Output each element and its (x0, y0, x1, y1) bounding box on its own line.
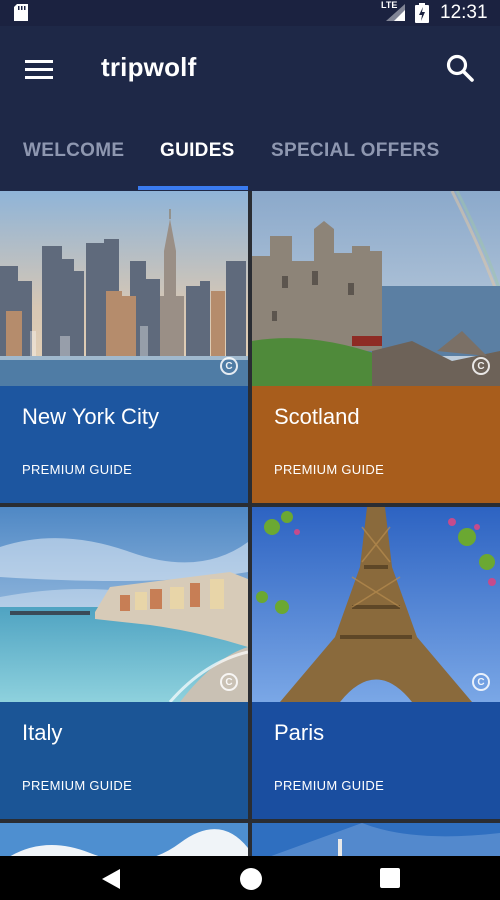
guide-photo-partial (252, 823, 500, 856)
navigation-bar (0, 856, 500, 900)
new-york-city-photo (0, 191, 248, 386)
menu-icon[interactable] (25, 57, 53, 81)
signal-icon (386, 4, 405, 21)
guide-photo-partial (0, 823, 248, 856)
guide-card-scotland[interactable]: C Scotland PREMIUM GUIDE (252, 191, 500, 503)
copyright-icon: C (472, 673, 490, 691)
guide-card-info: Scotland PREMIUM GUIDE (252, 386, 500, 503)
guide-card-italy[interactable]: C Italy PREMIUM GUIDE (0, 507, 248, 819)
sd-card-icon (14, 4, 28, 21)
guide-name: Paris (274, 720, 325, 745)
app-title: tripwolf (101, 52, 197, 82)
scotland-photo (252, 191, 500, 386)
guide-type-label: PREMIUM GUIDE (274, 778, 385, 793)
guide-card-partial[interactable] (252, 823, 500, 856)
tab-welcome[interactable]: WELCOME (23, 140, 124, 162)
italy-photo (0, 507, 248, 702)
guide-type-label: PREMIUM GUIDE (22, 778, 133, 793)
tab-guides[interactable]: GUIDES (160, 140, 235, 162)
back-icon[interactable] (100, 868, 122, 890)
guide-type-label: PREMIUM GUIDE (274, 462, 385, 477)
copyright-icon: C (220, 357, 238, 375)
guide-name: Italy (22, 720, 63, 745)
guide-type-label: PREMIUM GUIDE (22, 462, 133, 477)
tab-bar: WELCOME GUIDES SPECIAL OFFERS (0, 114, 500, 192)
guide-card-partial[interactable] (0, 823, 248, 856)
guide-card-info: New York City PREMIUM GUIDE (0, 386, 248, 503)
battery-charging-icon (415, 3, 429, 23)
app-bar: tripwolf (0, 26, 500, 114)
recent-apps-icon[interactable] (380, 868, 400, 888)
guide-card-info: Italy PREMIUM GUIDE (0, 702, 248, 819)
tab-special-offers[interactable]: SPECIAL OFFERS (271, 140, 440, 162)
guide-card-info: Paris PREMIUM GUIDE (252, 702, 500, 819)
clock: 12:31 (440, 2, 488, 23)
search-icon[interactable] (444, 52, 478, 86)
paris-photo (252, 507, 500, 702)
guide-name: New York City (22, 404, 159, 429)
guide-name: Scotland (274, 404, 360, 429)
copyright-icon: C (220, 673, 238, 691)
active-tab-indicator (138, 186, 248, 190)
status-bar: LTE 12:31 (0, 0, 500, 26)
app-screen: LTE 12:31 tripwolf WELCOME GUIDES SPECIA… (0, 0, 500, 900)
guide-card-new-york-city[interactable]: C New York City PREMIUM GUIDE (0, 191, 248, 503)
copyright-icon: C (472, 357, 490, 375)
home-icon[interactable] (240, 868, 262, 890)
guides-grid: C New York City PREMIUM GUIDE C Scotland… (0, 191, 500, 856)
guide-card-paris[interactable]: C Paris PREMIUM GUIDE (252, 507, 500, 819)
